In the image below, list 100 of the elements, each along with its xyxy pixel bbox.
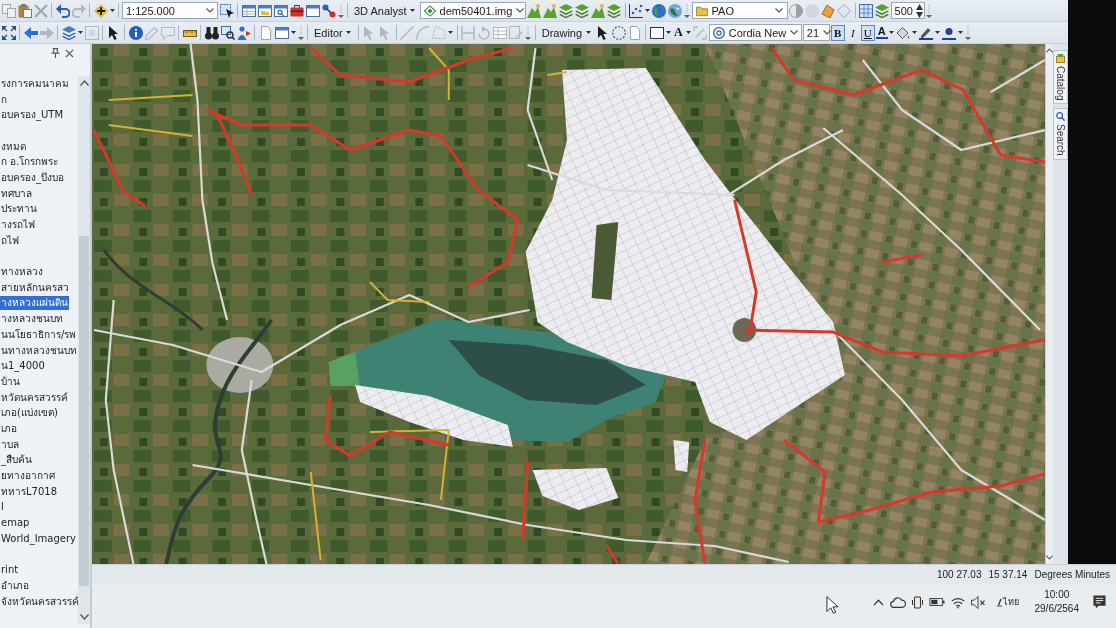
layer-item[interactable]: างหลวงแผ่นดิน: [0, 296, 69, 311]
grip-icon[interactable]: [297, 25, 304, 40]
muted-speaker-icon[interactable]: [970, 595, 985, 609]
layer-item[interactable]: ก อ.โกรกพระ: [0, 155, 60, 170]
grid-icon[interactable]: [859, 3, 874, 18]
scatter-chart-icon[interactable]: [629, 3, 644, 18]
caret-icon[interactable]: [665, 31, 671, 34]
caret-icon[interactable]: [448, 31, 454, 34]
grip-icon[interactable]: [337, 3, 344, 18]
connector-icon[interactable]: [321, 3, 336, 18]
caret-icon[interactable]: [912, 31, 918, 34]
spin-field[interactable]: 500: [890, 2, 925, 19]
analyst-menu[interactable]: 3D Analyst: [351, 4, 419, 17]
layers-icon[interactable]: [575, 3, 590, 18]
layer-item[interactable]: ยทางอากาศ: [0, 469, 56, 484]
drawing-menu[interactable]: Drawing: [538, 26, 595, 39]
dock-tab[interactable]: Search: [1053, 108, 1068, 161]
text-tool-button[interactable]: A: [672, 25, 685, 40]
caret-icon[interactable]: [686, 31, 692, 34]
terrain-icon[interactable]: [543, 3, 558, 18]
caret-icon[interactable]: [958, 31, 964, 34]
layer-item[interactable]: เภอ(แบ่งเขต): [0, 406, 59, 421]
globe-icon[interactable]: [652, 3, 667, 18]
layer-item[interactable]: รงการคมนาคม: [0, 76, 70, 91]
search-window-icon[interactable]: [273, 3, 288, 18]
caret-icon[interactable]: [290, 31, 296, 34]
language-indicator[interactable]: ไทย: [994, 595, 1021, 609]
scrollbar[interactable]: [1045, 44, 1053, 564]
caret-icon[interactable]: [77, 31, 83, 34]
layers-icon[interactable]: [61, 25, 76, 40]
layer-item[interactable]: เภอ: [0, 421, 18, 436]
table-icon[interactable]: [241, 3, 256, 18]
caret-icon[interactable]: [109, 9, 115, 12]
caret-icon[interactable]: [645, 9, 651, 12]
paint-bucket-icon[interactable]: [896, 25, 911, 40]
layer-item[interactable]: World_Imagery: [0, 531, 77, 546]
device-icon[interactable]: [911, 595, 923, 609]
scrollbar[interactable]: [78, 76, 90, 624]
layer-item[interactable]: อบครอง_บึงบอ: [0, 170, 65, 185]
chevron-up-icon[interactable]: [872, 598, 884, 606]
dashed-circle-icon[interactable]: [611, 25, 626, 40]
layer-item[interactable]: _สืบค้น: [0, 453, 33, 468]
plus-icon[interactable]: [93, 3, 108, 18]
layer-item[interactable]: างรถไฟ: [0, 218, 36, 233]
layer-item[interactable]: ประทาน: [0, 202, 38, 217]
caret-icon[interactable]: [889, 31, 895, 34]
layer-dropdown[interactable]: PAO: [691, 2, 788, 19]
layer-item[interactable]: น1_4000: [0, 359, 46, 374]
globe-icon[interactable]: [668, 3, 683, 18]
clock-time[interactable]: 10:00: [1044, 588, 1070, 602]
layer-item[interactable]: rint: [0, 563, 20, 578]
battery-icon[interactable]: [928, 598, 945, 606]
layers-icon[interactable]: [607, 3, 622, 18]
editor-menu[interactable]: Editor: [311, 26, 355, 39]
grip-icon[interactable]: [926, 3, 933, 18]
layer-item[interactable]: อำเภอ: [0, 578, 30, 593]
layers-icon[interactable]: [875, 3, 890, 18]
italic-button[interactable]: I: [845, 24, 860, 41]
layers-icon[interactable]: [559, 3, 574, 18]
window-icon[interactable]: [305, 3, 320, 18]
layer-item[interactable]: ทหารL7018: [0, 484, 59, 499]
back-arrow-icon[interactable]: [23, 25, 38, 40]
underline-button[interactable]: U: [860, 24, 875, 41]
expand-icon[interactable]: [1, 25, 16, 40]
marker-icon[interactable]: [942, 25, 957, 40]
layer-item[interactable]: อบครอง_UTM: [0, 108, 65, 123]
layer-item[interactable]: emap: [0, 516, 31, 531]
toolbox-icon[interactable]: [289, 3, 304, 18]
scale-dropdown[interactable]: 1:125.000: [122, 2, 218, 19]
layer-item[interactable]: จังหวัดนครสวรรค์: [0, 594, 80, 609]
grip-icon[interactable]: [684, 3, 691, 18]
dock-tab[interactable]: Catalog: [1053, 50, 1068, 105]
font-dropdown[interactable]: Cordia New: [708, 24, 802, 41]
cloud-icon[interactable]: [889, 596, 906, 608]
undo-icon[interactable]: [55, 3, 70, 18]
stamp-icon[interactable]: [821, 3, 836, 18]
scrollbar-thumb[interactable]: [79, 236, 89, 586]
find-icon[interactable]: [220, 25, 235, 40]
layer-item[interactable]: ทางหลวง: [0, 265, 44, 280]
layer-item[interactable]: ถไฟ: [0, 233, 20, 248]
window-icon[interactable]: [274, 25, 289, 40]
clock-date[interactable]: 29/6/2564: [1034, 602, 1079, 616]
rectangle-icon[interactable]: [649, 25, 664, 40]
close-icon[interactable]: [65, 48, 74, 58]
terrain-icon[interactable]: [527, 3, 542, 18]
layer-item[interactable]: นทางหลวงชนบท: [0, 343, 78, 358]
pen-icon[interactable]: [919, 25, 934, 40]
grip-icon[interactable]: [525, 25, 532, 40]
layer-item[interactable]: ทศบาล: [0, 186, 33, 201]
pin-icon[interactable]: [51, 48, 60, 58]
layer-item[interactable]: บ้าน: [0, 374, 21, 389]
notification-icon[interactable]: [1093, 595, 1106, 609]
layer-item[interactable]: นนโยธาธิการ/รพ: [0, 327, 78, 342]
wifi-icon[interactable]: [950, 595, 965, 609]
layer-item[interactable]: างหลวงชนบท: [0, 312, 64, 327]
binoculars-icon[interactable]: [204, 25, 219, 40]
info-icon[interactable]: [128, 25, 143, 40]
layer-item[interactable]: งหมด: [0, 139, 27, 154]
layer-item[interactable]: าบล: [0, 437, 20, 452]
font-size-dropdown[interactable]: 21: [802, 24, 830, 41]
